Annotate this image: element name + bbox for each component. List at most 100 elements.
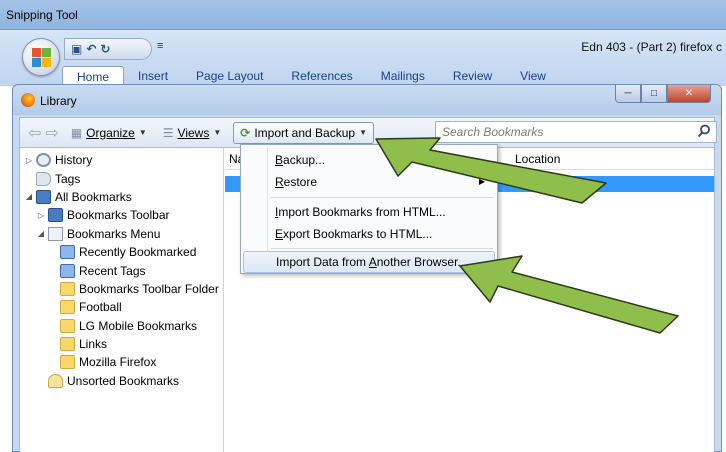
menu-accel: E: [275, 227, 284, 241]
tree-label: Recently Bookmarked: [79, 245, 197, 260]
smart-folder-icon: [60, 245, 75, 260]
folder-icon: [60, 318, 75, 333]
tab-review[interactable]: Review: [439, 66, 506, 86]
tree-item-mozilla-firefox[interactable]: Mozilla Firefox: [20, 353, 223, 371]
snipping-tool-titlebar: Snipping Tool: [0, 0, 726, 30]
tab-home[interactable]: Home: [62, 66, 125, 86]
menu-item-export-html[interactable]: Export Bookmarks to HTML...: [243, 223, 495, 245]
office-button-icon: [32, 48, 51, 67]
tab-references[interactable]: References: [277, 66, 366, 86]
office-button[interactable]: [22, 38, 60, 76]
tab-view[interactable]: View: [506, 66, 560, 86]
views-button[interactable]: ☰ Views ▼: [159, 122, 225, 144]
forward-arrow-icon[interactable]: ⇨: [45, 123, 58, 143]
import-backup-icon: ⟳: [240, 125, 251, 140]
clock-icon: [36, 153, 51, 168]
back-arrow-icon[interactable]: ⇦: [28, 123, 41, 143]
menu-accel: B: [275, 153, 284, 167]
tab-mailings[interactable]: Mailings: [367, 66, 439, 86]
snipping-tool-title: Snipping Tool: [6, 8, 78, 22]
tree-item-history[interactable]: ▷ History: [20, 151, 223, 169]
undo-icon[interactable]: ↶: [86, 42, 96, 56]
column-location[interactable]: Location: [515, 152, 560, 166]
chevron-down-icon: ▼: [213, 128, 222, 137]
menu-accel: A: [368, 255, 377, 269]
search-input[interactable]: Search Bookmarks: [435, 121, 717, 143]
menu-text: ackup...: [283, 153, 326, 167]
word-window-header: ▣ ↶ ↻ ≡ Edn 403 - (Part 2) firefox c Hom…: [0, 30, 726, 86]
tree-item-tags[interactable]: Tags: [20, 169, 223, 187]
tab-page-layout[interactable]: Page Layout: [182, 66, 277, 86]
menu-separator: [271, 197, 493, 198]
ribbon-tabs: Home Insert Page Layout References Maili…: [62, 66, 560, 86]
library-toolbar: ⇦ ⇨ ▦ Organize ▼ ☰ Views ▼ ⟳ Import and …: [19, 117, 717, 147]
minimize-button[interactable]: ─: [615, 85, 641, 103]
tree-label: Football: [79, 300, 122, 315]
library-titlebar[interactable]: Library ─ □ ✕: [13, 85, 721, 115]
maximize-button[interactable]: □: [641, 85, 667, 103]
tree-label: Tags: [55, 171, 81, 186]
folder-icon: [60, 300, 75, 315]
menu-item-import-another-browser[interactable]: Import Data from Another Browser...: [243, 251, 495, 273]
library-title: Library: [40, 94, 77, 108]
menu-item-import-html[interactable]: Import Bookmarks from HTML...: [243, 201, 495, 223]
tree-item-links[interactable]: Links: [20, 335, 223, 353]
tree-item-all-bookmarks[interactable]: ◢ All Bookmarks: [20, 188, 223, 206]
tab-insert[interactable]: Insert: [124, 66, 182, 86]
menu-text: estore: [283, 175, 318, 189]
tree-label: History: [55, 153, 93, 168]
import-backup-menu: Backup... Restore ▶ Import Bookmarks fro…: [240, 144, 498, 274]
search-placeholder: Search Bookmarks: [442, 125, 544, 139]
menu-accel: R: [275, 175, 284, 189]
tree-item-recently-bookmarked[interactable]: Recently Bookmarked: [20, 243, 223, 261]
chevron-down-icon: ▼: [138, 128, 147, 137]
close-button[interactable]: ✕: [667, 85, 711, 103]
menu-text: mport Bookmarks from HTML...: [278, 205, 446, 219]
unsorted-bookmarks-icon: [48, 373, 63, 388]
menu-separator: [271, 248, 493, 249]
import-backup-button[interactable]: ⟳ Import and Backup ▼: [233, 121, 374, 144]
views-icon: ☰: [162, 125, 174, 140]
quick-access-toolbar: ▣ ↶ ↻: [64, 38, 152, 60]
collapse-arrow-icon[interactable]: ◢: [24, 192, 34, 201]
qat-customize-button[interactable]: ≡: [157, 40, 163, 52]
window-controls: ─ □ ✕: [615, 85, 711, 103]
tree-label: Bookmarks Toolbar: [67, 208, 170, 223]
menu-item-restore[interactable]: Restore ▶: [243, 171, 495, 193]
organize-label: Organize: [86, 125, 135, 140]
folder-icon: [60, 355, 75, 370]
submenu-arrow-icon: ▶: [478, 177, 485, 186]
tree-label: Links: [79, 337, 108, 352]
tree-label: Recent Tags: [79, 263, 146, 278]
organize-button[interactable]: ▦ Organize ▼: [67, 122, 151, 144]
tag-icon: [36, 171, 51, 186]
tree-item-bookmarks-toolbar[interactable]: ▷ Bookmarks Toolbar: [20, 206, 223, 224]
menu-text: xport Bookmarks to HTML...: [283, 227, 433, 241]
tree-label: All Bookmarks: [55, 189, 132, 204]
expand-arrow-icon[interactable]: ▷: [36, 211, 46, 220]
save-icon[interactable]: ▣: [71, 42, 82, 56]
tree-item-recent-tags[interactable]: Recent Tags: [20, 261, 223, 279]
organize-icon: ▦: [70, 125, 83, 140]
bookmark-tree: ▷ History Tags ◢ All Bookmarks ▷ Bookmar…: [20, 148, 224, 452]
tree-label: LG Mobile Bookmarks: [79, 318, 198, 333]
firefox-icon: [21, 93, 35, 107]
tree-label: Bookmarks Toolbar Folder: [79, 281, 219, 296]
redo-icon[interactable]: ↻: [100, 42, 110, 56]
menu-text: nother Browser...: [376, 255, 468, 269]
smart-folder-icon: [60, 263, 75, 278]
expand-arrow-icon[interactable]: ▷: [24, 156, 34, 165]
tree-item-bookmarks-toolbar-folder[interactable]: Bookmarks Toolbar Folder: [20, 280, 223, 298]
search-icon[interactable]: [697, 124, 711, 138]
views-label: Views: [177, 125, 210, 140]
tree-item-bookmarks-menu[interactable]: ◢ Bookmarks Menu: [20, 225, 223, 243]
tree-label: Unsorted Bookmarks: [67, 373, 180, 388]
menu-text: Import Data from: [276, 255, 369, 269]
menu-item-backup[interactable]: Backup...: [243, 149, 495, 171]
tree-item-football[interactable]: Football: [20, 298, 223, 316]
tree-item-unsorted-bookmarks[interactable]: Unsorted Bookmarks: [20, 372, 223, 390]
tree-item-lg-mobile-bookmarks[interactable]: LG Mobile Bookmarks: [20, 317, 223, 335]
chevron-down-icon: ▼: [359, 128, 367, 137]
collapse-arrow-icon[interactable]: ◢: [36, 229, 46, 238]
menu-icon: [48, 226, 63, 241]
